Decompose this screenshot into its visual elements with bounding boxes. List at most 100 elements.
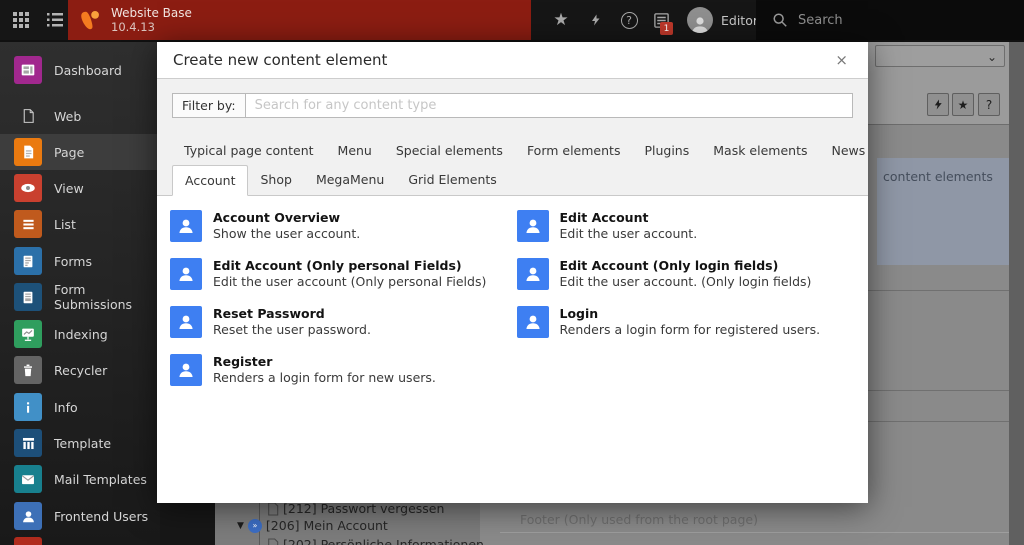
modal-body: Filter by: Typical page content Menu Spe…	[157, 79, 868, 503]
filter-group: Filter by:	[172, 93, 853, 118]
user-icon	[516, 210, 549, 242]
apps-grid-icon	[13, 12, 29, 28]
modal-header: Create new content element ×	[157, 42, 868, 79]
divider	[500, 532, 1009, 533]
filter-label: Filter by:	[172, 93, 245, 118]
eye-icon	[14, 174, 42, 202]
form-submissions-icon	[14, 283, 42, 311]
docheader-select[interactable]: ⌄	[875, 45, 1005, 67]
help-menu-button[interactable]: ?	[618, 9, 640, 31]
typo3-backend: ⌄ ★ ? content elements [212] Passwort ve…	[0, 0, 1024, 545]
sidebar-item-label: List	[54, 216, 76, 232]
bolt-icon	[934, 99, 942, 110]
ce-title: Edit Account (Only login fields)	[559, 258, 779, 273]
ce-item-edit-account-login[interactable]: Edit Account (Only login fields) Edit the…	[516, 258, 856, 290]
chevron-down-icon: ⌄	[986, 50, 997, 64]
bolt-icon	[592, 14, 600, 26]
navigation-toggle-button[interactable]	[43, 8, 67, 32]
sidebar-item-recycler[interactable]: Recycler	[0, 352, 160, 388]
sidebar-item-web[interactable]: Web	[0, 98, 160, 134]
tree-row-mein-account[interactable]: ▼ » [206] Mein Account	[237, 518, 388, 533]
ce-item-edit-account-personal[interactable]: Edit Account (Only personal Fields) Edit …	[170, 258, 509, 290]
sidebar-item-indexing[interactable]: Indexing	[0, 316, 160, 352]
close-icon[interactable]: ×	[831, 49, 852, 71]
tab-news[interactable]: News	[819, 136, 868, 165]
page-icon	[268, 501, 279, 516]
frontend-users-icon	[14, 502, 42, 530]
sidebar-item-label: Page	[54, 144, 85, 160]
tab-row-1: Typical page content Menu Special elemen…	[157, 136, 868, 165]
scrollbar-strip	[1009, 40, 1024, 545]
web-section-icon	[14, 102, 42, 130]
sidebar-item-label: Template	[54, 435, 112, 451]
tab-menu[interactable]: Menu	[326, 136, 384, 165]
topbar-search[interactable]	[756, 0, 1024, 40]
clear-cache-button[interactable]	[585, 9, 607, 31]
username-label[interactable]: Editor	[721, 13, 758, 28]
ce-item-account-overview[interactable]: Account Overview Show the user account.	[170, 210, 509, 242]
sidebar-item-page[interactable]: Page	[0, 134, 160, 170]
content-type-filter-input[interactable]	[244, 93, 853, 118]
tree-row-passwort-vergessen[interactable]: [212] Passwort vergessen	[267, 501, 444, 516]
tree-expand-caret[interactable]: ▼	[237, 521, 244, 531]
person-icon	[692, 17, 708, 33]
tab-special-elements[interactable]: Special elements	[384, 136, 515, 165]
divider	[868, 290, 1009, 291]
search-input[interactable]	[798, 12, 978, 28]
sidebar-item-label: Web	[54, 108, 82, 124]
sidebar-item-frontend-users[interactable]: Frontend Users	[0, 498, 160, 534]
cache-bolt-button[interactable]	[927, 93, 949, 116]
typo3-version: 10.4.13	[111, 20, 155, 34]
ce-item-reset-password[interactable]: Reset Password Reset the user password.	[170, 306, 509, 338]
bookmarks-button[interactable]: ★	[550, 9, 572, 31]
tab-typical-page-content[interactable]: Typical page content	[172, 136, 326, 165]
divider	[868, 421, 1009, 422]
tab-mask-elements[interactable]: Mask elements	[701, 136, 819, 165]
tab-row-2: Account Shop MegaMenu Grid Elements	[157, 165, 868, 196]
ce-item-register[interactable]: Register Renders a login form for new use…	[170, 354, 509, 386]
tab-account[interactable]: Account	[172, 165, 249, 196]
content-column-label: content elements	[883, 169, 993, 184]
indexing-chart-icon	[14, 320, 42, 348]
sidebar-item-label: Dashboard	[54, 62, 122, 78]
ce-item-login[interactable]: Login Renders a login form for registered…	[516, 306, 856, 338]
ce-desc: Edit the user account.	[559, 226, 698, 241]
trash-icon	[14, 356, 42, 384]
tab-grid-elements[interactable]: Grid Elements	[396, 165, 508, 195]
account-tab-panel: Account Overview Show the user account. E…	[157, 195, 868, 503]
systeminfo-button[interactable]: 1	[650, 9, 673, 35]
tab-megamenu[interactable]: MegaMenu	[304, 165, 396, 195]
template-icon	[14, 429, 42, 457]
tree-row-persoenliche-informationen[interactable]: [202] Persönliche Informationen	[267, 537, 484, 545]
info-icon	[14, 393, 42, 421]
page-shortcut-icon: »	[247, 518, 262, 533]
ce-desc: Show the user account.	[213, 226, 361, 241]
sidebar-item-label: Frontend Users	[54, 508, 149, 524]
sidebar-item-view[interactable]: View	[0, 170, 160, 206]
user-avatar[interactable]	[687, 7, 713, 33]
sidebar-item-form-submissions[interactable]: Form Submissions	[0, 279, 160, 315]
ce-desc: Edit the user account. (Only login field…	[559, 274, 812, 289]
sidebar-item-label: Mail Templates	[54, 471, 147, 487]
help-button[interactable]: ?	[978, 93, 1000, 116]
module-menu-toggle-button[interactable]	[9, 8, 33, 32]
brand-area[interactable]: Website Base 10.4.13	[68, 0, 531, 40]
user-icon	[170, 354, 202, 386]
tab-shop[interactable]: Shop	[248, 165, 303, 195]
dashboard-icon	[14, 56, 42, 84]
tree-item-label: [206] Mein Account	[265, 518, 388, 533]
tree-item-label: [202] Persönliche Informationen	[283, 537, 484, 545]
sidebar-item-template[interactable]: Template	[0, 425, 160, 461]
sidebar-item-mail-templates[interactable]: Mail Templates	[0, 461, 160, 497]
sidebar-item-forms[interactable]: Forms	[0, 243, 160, 279]
sidebar-item-dashboard[interactable]: Dashboard	[0, 52, 160, 88]
forms-icon	[14, 247, 42, 275]
ce-item-edit-account[interactable]: Edit Account Edit the user account.	[516, 210, 856, 242]
sidebar-item-list[interactable]: List	[0, 206, 160, 242]
sidebar-item-info[interactable]: Info	[0, 389, 160, 425]
tab-plugins[interactable]: Plugins	[632, 136, 701, 165]
bookmark-star-button[interactable]: ★	[952, 93, 974, 116]
ce-title: Edit Account (Only personal Fields)	[213, 258, 462, 273]
tab-form-elements[interactable]: Form elements	[515, 136, 633, 165]
page-icon	[268, 537, 279, 545]
